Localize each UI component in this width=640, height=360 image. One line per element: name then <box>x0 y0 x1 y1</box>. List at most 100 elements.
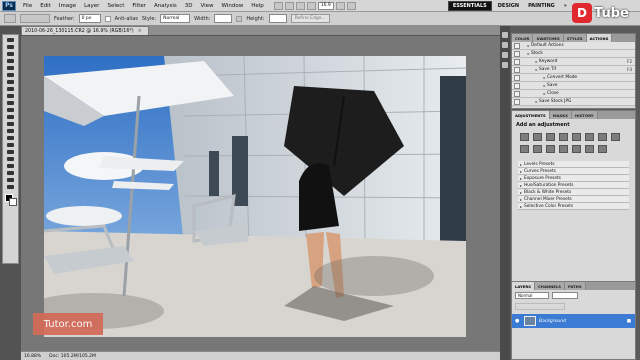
shape-tool-icon[interactable] <box>5 156 17 162</box>
height-input[interactable] <box>268 14 287 23</box>
lasso-tool-icon[interactable] <box>5 51 17 57</box>
posterize-icon[interactable] <box>559 145 568 153</box>
path-select-tool-icon[interactable] <box>5 149 17 155</box>
action-row[interactable]: ▸ Convert Mode <box>512 74 635 82</box>
selection-mode-icons[interactable] <box>20 14 50 23</box>
tab-color[interactable]: COLOR <box>512 34 534 42</box>
pen-tool-icon[interactable] <box>5 135 17 141</box>
hand-tool-icon[interactable] <box>5 177 17 183</box>
levels-icon[interactable] <box>533 133 542 141</box>
gradient-tool-icon[interactable] <box>5 114 17 120</box>
menu-analysis[interactable]: Analysis <box>150 3 181 9</box>
action-row[interactable]: ▸ Keyword F2 <box>512 58 635 66</box>
tab-history[interactable]: HISTORY <box>571 111 598 119</box>
character-icon[interactable] <box>502 52 508 58</box>
menu-image[interactable]: Image <box>55 3 80 9</box>
eraser-tool-icon[interactable] <box>5 107 17 113</box>
color-balance-icon[interactable] <box>598 133 607 141</box>
preset-item[interactable]: ▸ Black & White Presets <box>518 189 629 196</box>
width-input[interactable] <box>214 14 233 23</box>
tab-styles[interactable]: STYLES <box>563 34 587 42</box>
arrange-documents-icon[interactable] <box>335 1 345 10</box>
feather-input[interactable]: 0 px <box>78 14 101 23</box>
preset-item[interactable]: ▸ Exposure Presets <box>518 175 629 182</box>
zoom-level-field[interactable]: 16.9 <box>317 1 334 10</box>
paragraph-icon[interactable] <box>502 62 508 68</box>
zoom-tool-icon[interactable] <box>5 184 17 190</box>
type-tool-icon[interactable] <box>5 142 17 148</box>
vibrance-icon[interactable] <box>572 133 581 141</box>
close-icon[interactable]: × <box>138 28 142 34</box>
preset-item[interactable]: ▸ Channel Mixer Presets <box>518 196 629 203</box>
tab-paths[interactable]: PATHS <box>565 282 586 290</box>
zoom-status[interactable]: 16.88% <box>24 354 41 359</box>
action-row[interactable]: ▸ Save Tif F4 <box>512 66 635 74</box>
antialias-checkbox[interactable] <box>104 15 111 22</box>
canvas-photo[interactable] <box>44 56 466 337</box>
layer-row-background[interactable]: ● Background ■ <box>512 314 635 328</box>
eyedropper-tool-icon[interactable] <box>5 72 17 78</box>
tab-layers[interactable]: LAYERS <box>512 282 535 290</box>
brush-tool-icon[interactable] <box>5 86 17 92</box>
move-tool-icon[interactable] <box>5 37 17 43</box>
workspace-design[interactable]: DESIGN <box>495 3 522 9</box>
channel-mixer-icon[interactable] <box>533 145 542 153</box>
marquee-tool-icon[interactable] <box>5 44 17 50</box>
photo-filter-icon[interactable] <box>520 145 529 153</box>
zoom-tool-icon[interactable] <box>306 1 316 10</box>
gradient-map-icon[interactable] <box>585 145 594 153</box>
exposure-icon[interactable] <box>559 133 568 141</box>
color-swatches[interactable] <box>4 194 17 206</box>
action-row[interactable]: ▸ Stock <box>512 50 635 58</box>
marquee-tool-icon[interactable] <box>4 14 16 23</box>
quick-select-tool-icon[interactable] <box>5 58 17 64</box>
background-color[interactable] <box>8 198 17 206</box>
action-row[interactable]: ▸ Close <box>512 90 635 98</box>
bridge-icon[interactable] <box>273 1 283 10</box>
action-toggle-checkbox[interactable] <box>514 90 520 97</box>
crop-tool-icon[interactable] <box>5 65 17 71</box>
tab-channels[interactable]: CHANNELS <box>535 282 566 290</box>
healing-tool-icon[interactable] <box>5 79 17 85</box>
history-icon[interactable] <box>502 32 508 38</box>
preset-item[interactable]: ▸ Levels Presets <box>518 161 629 168</box>
action-row[interactable]: ▸ Save Stock JPG <box>512 98 635 106</box>
action-toggle-checkbox[interactable] <box>514 98 520 105</box>
workspace-more-icon[interactable]: » <box>561 3 570 9</box>
tab-adjustments[interactable]: ADJUSTMENTS <box>512 111 550 119</box>
preset-item[interactable]: ▸ Selective Color Presets <box>518 203 629 210</box>
clone-stamp-tool-icon[interactable] <box>5 93 17 99</box>
menu-select[interactable]: Select <box>103 3 128 9</box>
style-select[interactable]: Normal <box>160 14 191 23</box>
action-toggle-checkbox[interactable] <box>514 42 520 49</box>
action-toggle-checkbox[interactable] <box>514 58 520 65</box>
blur-tool-icon[interactable] <box>5 121 17 127</box>
curves-icon[interactable] <box>546 133 555 141</box>
hue-saturation-icon[interactable] <box>585 133 594 141</box>
preset-item[interactable]: ▸ Hue/Saturation Presets <box>518 182 629 189</box>
menu-filter[interactable]: Filter <box>128 3 150 9</box>
opacity-field[interactable] <box>552 292 578 299</box>
lock-icons[interactable] <box>515 303 565 310</box>
action-toggle-checkbox[interactable] <box>514 82 520 89</box>
menu-layer[interactable]: Layer <box>80 3 103 9</box>
swap-icon[interactable] <box>236 15 243 22</box>
invert-icon[interactable] <box>546 145 555 153</box>
action-row[interactable]: ▸ Save <box>512 82 635 90</box>
workspace-painting[interactable]: PAINTING <box>525 3 558 9</box>
action-row[interactable]: ▸ Default Actions <box>512 42 635 50</box>
workspace-essentials[interactable]: ESSENTIALS <box>447 0 492 11</box>
3d-rotate-tool-icon[interactable] <box>5 163 17 169</box>
menu-3d[interactable]: 3D <box>181 3 197 9</box>
menu-window[interactable]: Window <box>218 3 248 9</box>
menu-view[interactable]: View <box>196 3 217 9</box>
selective-color-icon[interactable] <box>598 145 607 153</box>
refine-edge-button[interactable]: Refine Edge... <box>290 14 330 23</box>
visibility-eye-icon[interactable]: ● <box>515 318 521 324</box>
action-toggle-checkbox[interactable] <box>514 66 520 73</box>
minibridge-icon[interactable] <box>284 1 294 10</box>
tab-swatches[interactable]: SWATCHES <box>533 34 564 42</box>
tab-masks[interactable]: MASKS <box>549 111 572 119</box>
document-tab[interactable]: 2010-06-26_130115.CR2 @ 16.9% (RGB/16*) … <box>21 26 149 35</box>
black-white-icon[interactable] <box>611 133 620 141</box>
